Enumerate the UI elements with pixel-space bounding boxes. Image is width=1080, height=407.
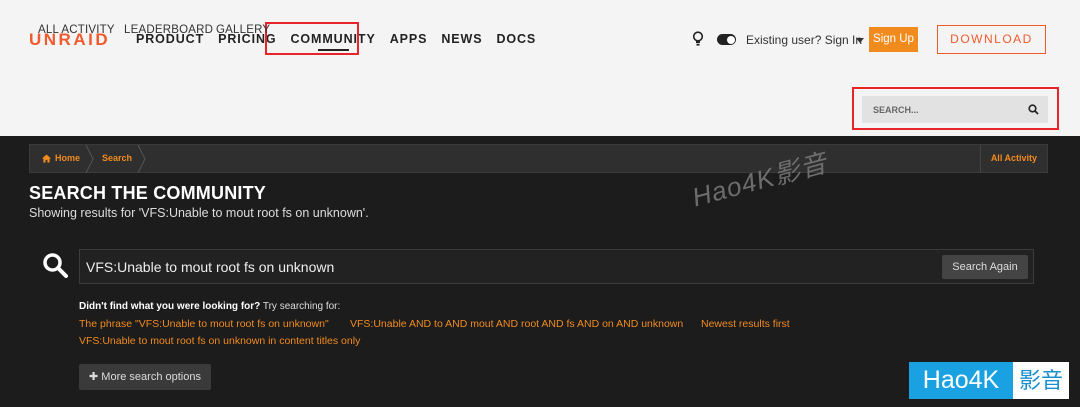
community-highlight-box — [265, 22, 359, 55]
query-box: Search Again — [79, 249, 1034, 284]
breadcrumb-all-activity[interactable]: All Activity — [991, 153, 1037, 163]
watermark-badge: Hao4K 影音 — [909, 362, 1069, 399]
sign-in-link[interactable]: Existing user? Sign In — [746, 33, 862, 47]
suggestion-and-link[interactable]: VFS:Unable AND to AND mout AND root AND … — [350, 318, 683, 330]
more-search-options-button[interactable]: ✚ More search options — [79, 364, 211, 390]
nav-news[interactable]: NEWS — [441, 32, 482, 46]
suggestion-lead: Didn't find what you were looking for? T… — [79, 301, 340, 312]
watermark-badge-left: Hao4K — [909, 362, 1013, 399]
suggestion-lead-bold: Didn't find what you were looking for? — [79, 301, 261, 312]
page-subtitle: Showing results for 'VFS:Unable to mout … — [29, 206, 369, 220]
home-icon — [42, 154, 51, 163]
breadcrumb-home[interactable]: Home — [55, 153, 80, 163]
search-icon — [43, 253, 68, 278]
chevron-right-icon — [137, 145, 146, 173]
nav-apps[interactable]: APPS — [390, 32, 428, 46]
theme-toggle-icon[interactable] — [717, 34, 736, 45]
subnav-leaderboard[interactable]: LEADERBOARD — [124, 24, 213, 36]
watermark-badge-right: 影音 — [1013, 362, 1069, 399]
more-options-label: More search options — [101, 371, 201, 383]
suggestion-lead-rest: Try searching for: — [260, 301, 341, 312]
subnav-gallery[interactable]: GALLERY — [216, 24, 270, 36]
subnav-all-activity[interactable]: ALL ACTIVITY — [38, 24, 115, 36]
search-highlight-box — [852, 87, 1059, 130]
suggestion-titles-link[interactable]: VFS:Unable to mout root fs on unknown in… — [79, 335, 360, 347]
chevron-right-icon — [85, 145, 94, 173]
breadcrumb-search[interactable]: Search — [102, 153, 132, 163]
page-title: SEARCH THE COMMUNITY — [29, 183, 266, 203]
lightbulb-icon[interactable] — [692, 31, 704, 47]
suggestion-phrase-link[interactable]: The phrase "VFS:Unable to mout root fs o… — [79, 318, 329, 330]
nav-docs[interactable]: DOCS — [496, 32, 536, 46]
caret-down-icon[interactable] — [856, 38, 864, 43]
download-button[interactable]: DOWNLOAD — [937, 25, 1046, 54]
search-query-input[interactable] — [80, 250, 940, 283]
suggestion-newest-link[interactable]: Newest results first — [701, 318, 790, 330]
breadcrumb-divider — [980, 145, 981, 173]
plus-icon: ✚ — [89, 371, 102, 383]
breadcrumb: Home Search All Activity — [29, 144, 1048, 173]
search-again-button[interactable]: Search Again — [942, 255, 1028, 279]
sign-up-button[interactable]: Sign Up — [869, 27, 918, 52]
